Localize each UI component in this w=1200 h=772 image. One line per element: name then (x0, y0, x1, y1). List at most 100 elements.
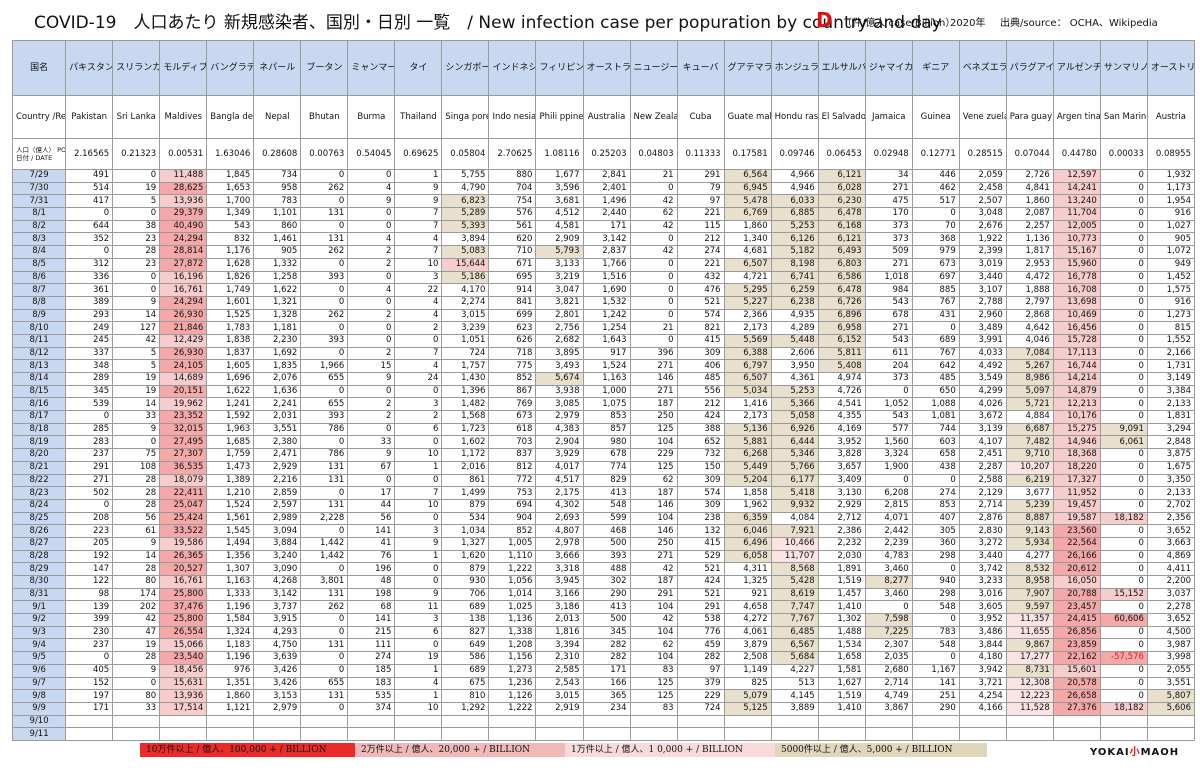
table-cell: 2,680 (864, 663, 913, 678)
table-cell: 5 (112, 346, 161, 361)
table-cell: 11,488 (159, 169, 208, 183)
table-cell: 2,356 (1146, 511, 1196, 526)
table-cell: 0 (911, 613, 960, 627)
table-cell: 26,365 (159, 549, 208, 564)
table-cell: 6,478 (817, 283, 866, 297)
table-cell: 13,936 (159, 689, 208, 703)
table-cell: 2,386 (817, 524, 866, 538)
table-cell: 4 (347, 232, 396, 247)
table-cell: 475 (864, 194, 913, 209)
table-cell (1146, 727, 1196, 741)
table-cell: 389 (65, 295, 114, 310)
table-row: 8/8 389 9 24,294 1,601 1,321 0 0 4 2,274 841 3,821 1… (11, 295, 1196, 310)
table-cell: 197 (65, 689, 114, 703)
table-cell: 17,327 (1052, 473, 1101, 488)
table-cell: 0 (112, 270, 161, 285)
country-name-jp: モルディブ (159, 40, 208, 96)
table-cell: 2,232 (817, 536, 866, 551)
table-cell: 1,962 (723, 498, 772, 513)
table-cell: 1,675 (1146, 460, 1196, 475)
table-cell: 3,681 (535, 194, 584, 209)
table-cell: 642 (911, 359, 960, 373)
table-cell: 10,176 (1052, 410, 1101, 424)
table-row: 9/7 152 0 15,631 1,351 3,426 655 183 4 675 1,236 2,… (11, 676, 1196, 691)
table-cell: 3,987 (1146, 638, 1196, 653)
table-cell: 22 (394, 283, 443, 297)
table-cell: 0 (864, 384, 913, 399)
table-cell: 7,084 (1005, 346, 1054, 361)
table-cell: 1,482 (441, 397, 490, 412)
table-cell: 21 (629, 321, 678, 335)
table-cell: 1,136 (1005, 232, 1054, 247)
table-cell: 183 (347, 676, 396, 691)
row-date: 8/19 (11, 435, 67, 450)
table-cell: 603 (911, 435, 960, 450)
table-cell: 724 (676, 701, 725, 716)
table-cell: 3,677 (1005, 486, 1054, 500)
table-cell: 5,393 (441, 219, 490, 234)
table-cell: 205 (65, 536, 114, 551)
table-row: 9/6 405 9 18,456 976 3,426 0 185 1 689 1,273 2,585 1… (11, 663, 1196, 678)
table-cell: 0 (1099, 448, 1148, 462)
table-cell: 468 (582, 524, 631, 538)
table-cell: 122 (65, 575, 114, 589)
table-cell: 4,383 (535, 422, 584, 437)
table-cell: 3,737 (253, 600, 302, 615)
table-cell: 237 (65, 638, 114, 653)
table-cell: 2,714 (958, 498, 1007, 513)
table-cell: 4,166 (958, 701, 1007, 716)
table-cell: 4,783 (864, 549, 913, 564)
country-name-jp: ベネズエラ (958, 40, 1007, 96)
table-cell: 431 (911, 308, 960, 323)
table-cell: 6,493 (817, 245, 866, 259)
table-cell: 8,277 (864, 575, 913, 589)
table-cell: 16,708 (1052, 283, 1101, 297)
table-cell: 9 (394, 181, 443, 196)
header-row-pop: 人口（億人） POP (Billion) 日付 / DATE 2.165650.… (11, 138, 1196, 170)
table-cell: 485 (911, 372, 960, 386)
table-cell: 368 (911, 232, 960, 247)
table-cell: 786 (300, 422, 349, 437)
table-cell: 26,658 (1052, 689, 1101, 703)
table-cell: 2,230 (253, 333, 302, 348)
table-cell: 3,090 (253, 562, 302, 576)
table-cell: 0 (629, 295, 678, 310)
table-cell: 521 (676, 587, 725, 602)
table-cell: 170 (864, 207, 913, 221)
country-name-jp: ジャマイカ (864, 40, 913, 96)
table-cell: 3,186 (535, 600, 584, 615)
table-cell: 0 (1099, 625, 1148, 640)
table-cell: 3,239 (441, 321, 490, 335)
table-cell: 8,887 (1005, 511, 1054, 526)
table-cell: 4,311 (723, 562, 772, 576)
table-cell: 852 (488, 372, 537, 386)
title-letter: D (816, 8, 833, 32)
table-cell: 1,051 (441, 333, 490, 348)
table-cell: 1,328 (253, 308, 302, 323)
table-cell: 2,228 (300, 511, 349, 526)
table-cell: 879 (441, 498, 490, 513)
table-cell: 42 (112, 613, 161, 627)
country-name-en: Australia (582, 95, 631, 139)
table-cell: 6,230 (817, 194, 866, 209)
table-cell: 290 (911, 701, 960, 716)
table-cell: 529 (676, 549, 725, 564)
table-cell: 6,208 (864, 486, 913, 500)
table-row: 8/13 348 5 24,105 1,605 1,835 1,966 15 4 1,757 775… (11, 359, 1196, 373)
table-cell: 413 (582, 600, 631, 615)
table-cell: 0 (1099, 410, 1148, 424)
table-cell: 3,460 (864, 587, 913, 602)
table-cell: 2,013 (535, 613, 584, 627)
table-cell: 104 (629, 435, 678, 450)
table-cell: 1,410 (817, 701, 866, 716)
table-cell: 0 (1099, 194, 1148, 209)
table-cell: 283 (65, 435, 114, 450)
table-cell: 815 (1146, 321, 1196, 335)
table-cell (1052, 727, 1101, 741)
country-population: 0.12771 (911, 138, 960, 170)
table-cell: 14,689 (159, 372, 208, 386)
table-cell: 7,767 (770, 613, 819, 627)
table-cell: 6,945 (723, 181, 772, 196)
table-cell: 0 (629, 333, 678, 348)
table-cell: 1,783 (206, 321, 255, 335)
